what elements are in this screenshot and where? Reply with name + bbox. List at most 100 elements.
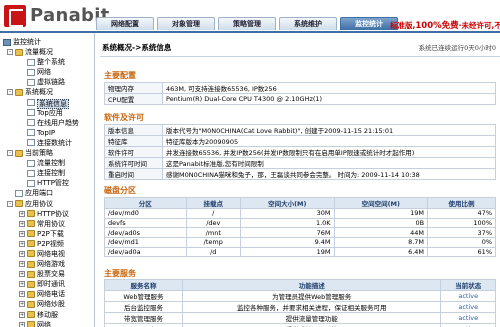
sw-table: 版本信息 版本代号为"M0N0CHINA(Cat Love Rabbit)", 创…: [104, 124, 496, 180]
expand-icon[interactable]: +: [19, 250, 25, 257]
sidebar-item-19[interactable]: + P2P视频: [0, 239, 94, 249]
table-row: 软件许可 并发连接数65536, 并发IP数256(并发IP数限制只有在启用单IP…: [104, 146, 496, 158]
sidebar-item-10[interactable]: - 当前策略: [0, 148, 94, 158]
expand-icon[interactable]: +: [19, 261, 25, 268]
sidebar-item-1[interactable]: 整个系统: [0, 57, 94, 67]
table-cell: /: [185, 208, 242, 219]
sidebar-item-label: 网络游戏: [37, 260, 65, 269]
row-key: 软件许可: [104, 146, 163, 158]
column-header: 功能描述: [181, 279, 442, 291]
collapse-icon[interactable]: -: [7, 150, 13, 157]
expand-icon[interactable]: +: [19, 301, 25, 308]
row-key: 特征库: [104, 135, 163, 147]
sidebar-item-2[interactable]: 网络: [0, 67, 94, 77]
folder-icon: [27, 240, 35, 248]
sidebar-item-22[interactable]: + 股票交易: [0, 269, 94, 279]
sidebar-item-9[interactable]: 连接数统计: [0, 138, 94, 148]
tree-root[interactable]: 监控统计: [0, 37, 94, 47]
sidebar-item-label: 连接控制: [37, 169, 65, 178]
sidebar-item-label: 流量控制: [37, 159, 65, 168]
sidebar-item-label: P2P下载: [37, 229, 64, 238]
table-row: 带宽管理服务 提供流量管理功能 active: [104, 312, 496, 324]
expand-icon[interactable]: +: [19, 311, 25, 318]
sidebar-item-20[interactable]: + 网络电视: [0, 249, 94, 259]
collapse-icon[interactable]: -: [7, 200, 13, 207]
sidebar-item-15[interactable]: - 应用协议: [0, 199, 94, 209]
sidebar-item-21[interactable]: + 网络游戏: [0, 259, 94, 269]
nav-tab-1[interactable]: 对象管理: [157, 17, 215, 30]
section-title-hw: 主要配置: [104, 71, 136, 80]
sidebar-item-8[interactable]: TopIP: [0, 128, 94, 138]
promo-text: 标准版,100%免费·未经许可,不得以任: [390, 19, 500, 31]
table-row: 版本信息 版本代号为"M0N0CHINA(Cat Love Rabbit)", 创…: [104, 124, 496, 136]
table-row: /dev/md1/temp 9.4M 8.7M 0%: [104, 237, 496, 248]
sidebar-item-label: HTTP管控: [37, 179, 69, 188]
sidebar-item-17[interactable]: + 常用协议: [0, 219, 94, 229]
expand-icon[interactable]: +: [19, 230, 25, 237]
sidebar-item-label: 系统概况: [25, 88, 53, 97]
expand-icon[interactable]: +: [19, 240, 25, 247]
sidebar-item-26[interactable]: + 移动服: [0, 310, 94, 320]
expand-icon[interactable]: +: [19, 291, 25, 298]
expand-icon[interactable]: +: [19, 210, 25, 217]
table-cell: 19M: [333, 208, 429, 219]
sidebar-item-label: HTTP协议: [37, 209, 69, 218]
table-header-row: 分区 挂载点 空间大小(M) 空间空间(M) 使用比例: [104, 197, 496, 209]
sidebar-item-11[interactable]: 流量控制: [0, 158, 94, 168]
sidebar-item-13[interactable]: HTTP管控: [0, 178, 94, 188]
table-cell: devfs: [104, 217, 187, 229]
nav-tab-0[interactable]: 网络配置: [96, 17, 154, 30]
section-title-disk: 磁盘分区: [104, 186, 136, 195]
page-icon: [27, 139, 35, 147]
expand-icon[interactable]: +: [19, 271, 25, 278]
table-cell: 后台监控服务: [104, 301, 183, 313]
page-icon: [27, 78, 35, 86]
column-header: 使用比例: [427, 197, 496, 209]
sidebar-item-14[interactable]: 应用端口: [0, 188, 94, 198]
row-value: 版本代号为"M0N0CHINA(Cat Love Rabbit)", 创建于20…: [162, 124, 496, 136]
page-icon: [27, 159, 35, 167]
row-key: CPU配置: [104, 93, 163, 105]
sidebar-item-label: 常用协议: [37, 219, 65, 228]
page-icon: [27, 99, 35, 107]
table-cell: 0B: [333, 217, 429, 229]
sidebar-item-16[interactable]: + HTTP协议: [0, 209, 94, 219]
sidebar-item-label: 移动服: [37, 310, 58, 319]
sidebar-item-24[interactable]: + 网络电话: [0, 289, 94, 299]
column-header: 服务名称: [104, 279, 183, 291]
sidebar-item-label: TopIP: [37, 128, 56, 137]
disk-table: 分区 挂载点 空间大小(M) 空间空间(M) 使用比例/dev/md0/30M 19M 47…: [104, 197, 496, 258]
sidebar-item-23[interactable]: + 即时通讯: [0, 279, 94, 289]
section-title-services: 主要服务: [104, 269, 136, 278]
sidebar-item-7[interactable]: 在线用户趋势: [0, 118, 94, 128]
folder-icon: [27, 321, 35, 327]
sidebar-item-5[interactable]: 系统信息: [0, 98, 94, 109]
sidebar-item-3[interactable]: 虚拟链路: [0, 77, 94, 87]
collapse-icon[interactable]: -: [7, 49, 13, 56]
table-cell: active: [440, 312, 496, 324]
collapse-icon[interactable]: -: [7, 89, 13, 96]
sidebar-item-0[interactable]: - 流量概况: [0, 47, 94, 57]
sidebar-item-27[interactable]: + 网络: [0, 320, 94, 327]
expand-icon[interactable]: +: [19, 220, 25, 227]
column-header: 空间空间(M): [333, 197, 429, 209]
row-value: 特征库版本为20090905: [162, 135, 496, 147]
sidebar-item-6[interactable]: Top应用: [0, 108, 94, 118]
sidebar-item-4[interactable]: - 系统概况: [0, 87, 94, 97]
table-row: 特征库 特征库版本为20090905: [104, 135, 496, 147]
page-icon: [27, 58, 35, 66]
folder-icon: [27, 270, 35, 278]
sidebar-item-18[interactable]: + P2P下载: [0, 229, 94, 239]
nav-tab-3[interactable]: 系统维护: [279, 17, 337, 30]
table-cell: 47%: [427, 208, 496, 219]
nav-tab-2[interactable]: 策略管理: [218, 17, 276, 30]
table-cell: 1.0K: [240, 217, 335, 229]
sidebar-item-12[interactable]: 连接控制: [0, 168, 94, 178]
expand-icon[interactable]: +: [19, 321, 25, 327]
sidebar-item-25[interactable]: + 网络炒股: [0, 299, 94, 309]
panabit-logo-icon: [4, 5, 26, 27]
tree-root-label: 监控统计: [13, 38, 41, 46]
table-cell: Web管理服务: [104, 290, 183, 302]
expand-icon[interactable]: +: [19, 281, 25, 288]
folder-icon: [27, 280, 35, 288]
